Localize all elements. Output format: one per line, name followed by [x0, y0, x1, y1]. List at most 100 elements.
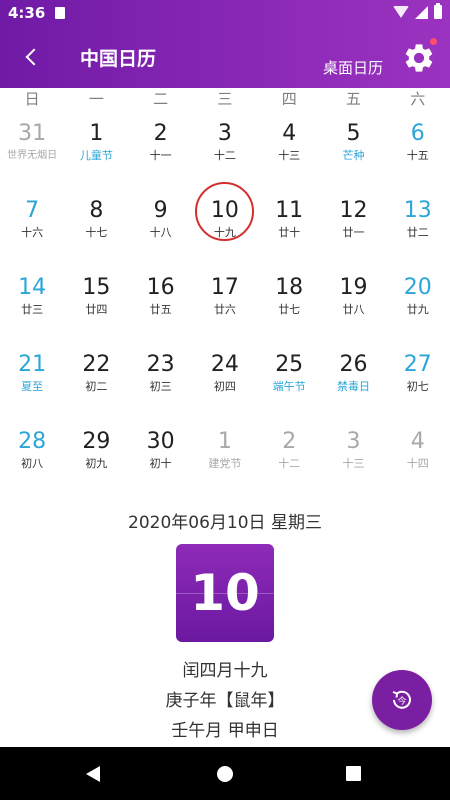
day-cell[interactable]: 26 禁毒日 [321, 347, 385, 424]
day-lunar-label: 初八 [21, 457, 44, 470]
day-lunar-label: 十七 [85, 226, 108, 239]
weekday-sat: 六 [410, 90, 426, 108]
week-row: 14 廿三 15 廿四 16 廿五 17 廿六 18 廿七 19 廿八 20 廿九 [0, 270, 450, 347]
selected-date-line: 2020年06月10日 星期三 [128, 513, 322, 533]
day-number: 12 [339, 198, 368, 223]
day-cell[interactable]: 20 廿九 [386, 270, 450, 347]
day-number: 26 [339, 352, 368, 377]
day-cell[interactable]: 15 廿四 [64, 270, 128, 347]
day-lunar-label: 十四 [406, 457, 429, 470]
day-cell[interactable]: 4 十三 [257, 116, 321, 193]
day-cell[interactable]: 16 廿五 [129, 270, 193, 347]
weekday-thu: 四 [281, 90, 297, 108]
day-number: 2 [153, 121, 168, 146]
battery-icon [434, 3, 442, 19]
day-lunar-label: 儿童节 [79, 149, 113, 162]
day-lunar-label: 世界无烟日 [7, 150, 58, 161]
day-lunar-label: 端午节 [272, 380, 306, 393]
day-number: 14 [18, 275, 47, 300]
day-lunar-label: 十六 [21, 226, 44, 239]
day-lunar-label: 廿九 [406, 303, 429, 316]
day-cell[interactable]: 24 初四 [193, 347, 257, 424]
day-cell[interactable]: 7 十六 [0, 193, 64, 270]
notification-dot [430, 38, 437, 45]
day-cell[interactable]: 5 芒种 [321, 116, 385, 193]
day-number: 27 [403, 352, 432, 377]
day-cell[interactable]: 4 十四 [386, 424, 450, 501]
status-bar: 4:36 R [0, 0, 450, 26]
day-lunar-label: 十二 [278, 457, 301, 470]
week-row: 28 初八 29 初九 30 初十 1 建党节 2 十二 3 十三 4 十四 [0, 424, 450, 501]
day-cell[interactable]: 25 端午节 [257, 347, 321, 424]
wifi-icon [393, 6, 409, 18]
day-number: 3 [346, 429, 361, 454]
nav-back-icon[interactable] [86, 766, 100, 782]
desktop-widget-button[interactable]: 桌面日历 [323, 57, 383, 78]
day-cell[interactable]: 8 十七 [64, 193, 128, 270]
week-row: 21 夏至 22 初二 23 初三 24 初四 25 端午节 26 禁毒日 27 初七 [0, 347, 450, 424]
day-cell[interactable]: 2 十一 [129, 116, 193, 193]
day-lunar-label: 十八 [149, 226, 172, 239]
day-lunar-label: 初三 [149, 380, 172, 393]
day-cell[interactable]: 27 初七 [386, 347, 450, 424]
day-cell[interactable]: 14 廿三 [0, 270, 64, 347]
day-lunar-label: 廿二 [406, 226, 429, 239]
day-cell[interactable]: 28 初八 [0, 424, 64, 501]
day-number: 1 [217, 429, 232, 454]
day-number: 8 [89, 198, 104, 223]
day-cell[interactable]: 31 世界无烟日 [0, 116, 64, 193]
day-number: 2 [282, 429, 297, 454]
day-cell[interactable]: 13 廿二 [386, 193, 450, 270]
day-cell[interactable]: 17 廿六 [193, 270, 257, 347]
back-button[interactable] [14, 40, 48, 74]
day-number: 4 [410, 429, 425, 454]
day-lunar-label: 初二 [85, 380, 108, 393]
settings-button[interactable] [402, 41, 436, 75]
status-time: 4:36 [8, 4, 46, 22]
selected-day-ring [195, 182, 255, 241]
day-lunar-label: 十一 [149, 149, 172, 162]
day-number: 25 [275, 352, 304, 377]
day-cell[interactable]: 12 廿一 [321, 193, 385, 270]
day-number: 19 [339, 275, 368, 300]
day-cell[interactable]: 19 廿八 [321, 270, 385, 347]
nav-home-icon[interactable] [217, 766, 233, 782]
day-cell[interactable]: 9 十八 [129, 193, 193, 270]
day-cell-selected[interactable]: 10 十九 [193, 182, 257, 270]
signal-icon: R [415, 5, 428, 19]
day-cell[interactable]: 21 夏至 [0, 347, 64, 424]
back-to-today-icon: 今 [392, 690, 411, 709]
day-number: 7 [25, 198, 40, 223]
day-cell[interactable]: 29 初九 [64, 424, 128, 501]
day-cell[interactable]: 23 初三 [129, 347, 193, 424]
day-number: 18 [275, 275, 304, 300]
gear-icon [405, 44, 433, 72]
day-cell[interactable]: 18 廿七 [257, 270, 321, 347]
day-cell[interactable]: 22 初二 [64, 347, 128, 424]
day-number: 29 [82, 429, 111, 454]
day-lunar-label: 廿八 [342, 303, 365, 316]
weekday-header: 日 一 二 三 四 五 六 [0, 88, 450, 110]
app-bar: 中国日历 桌面日历 [0, 26, 450, 88]
back-to-today-button[interactable]: 今 [372, 670, 432, 730]
day-lunar-label: 芒种 [342, 149, 365, 162]
week-row: 7 十六 8 十七 9 十八 10 十九 11 廿十 12 廿一 13 廿二 [0, 182, 450, 270]
day-number: 11 [275, 198, 304, 223]
day-lunar-label: 廿三 [21, 303, 44, 316]
day-cell[interactable]: 2 十二 [257, 424, 321, 501]
day-cell[interactable]: 6 十五 [386, 116, 450, 193]
day-lunar-label: 廿六 [213, 303, 236, 316]
day-cell[interactable]: 1 建党节 [193, 424, 257, 501]
day-cell[interactable]: 3 十三 [321, 424, 385, 501]
day-cell[interactable]: 11 廿十 [257, 193, 321, 270]
app-title: 中国日历 [80, 48, 157, 70]
nav-recents-icon[interactable] [346, 766, 361, 781]
weekday-wed: 三 [217, 90, 233, 108]
day-cell[interactable]: 30 初十 [129, 424, 193, 501]
day-number: 4 [282, 121, 297, 146]
day-lunar-label: 廿七 [278, 303, 301, 316]
day-cell[interactable]: 1 儿童节 [64, 116, 128, 193]
calendar-grid: 31 世界无烟日 1 儿童节 2 十一 3 十二 4 十三 5 芒种 6 十五 7 十六 8 十七 9 十八 10 十九 1… [0, 116, 450, 501]
day-number: 17 [210, 275, 239, 300]
day-number: 9 [153, 198, 168, 223]
